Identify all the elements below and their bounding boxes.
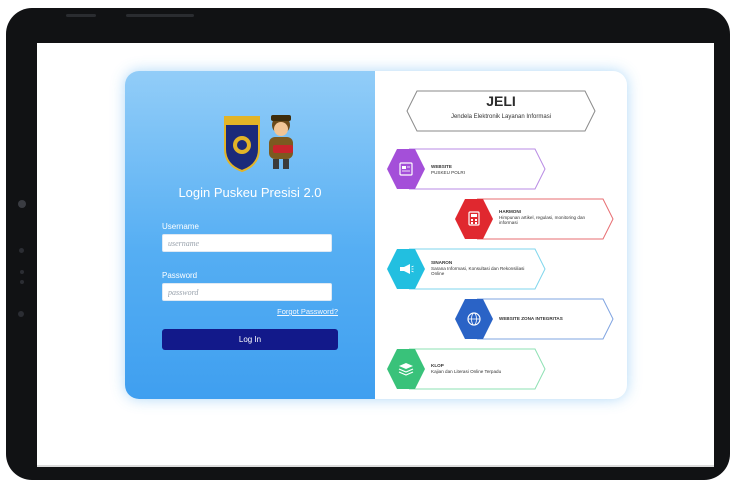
megaphone-icon — [400, 264, 414, 274]
website-icon — [399, 162, 413, 176]
service-sinaron[interactable]: SINARON Sarana Informasi, Konsultasi dan… — [385, 247, 547, 296]
login-panel: Login Puskeu Presisi 2.0 Username Passwo… — [125, 71, 375, 399]
service-desc: Kajian dan Literasi Online Terpadu — [431, 368, 502, 374]
globe-icon — [467, 312, 481, 326]
power-button — [126, 14, 194, 17]
sensor-dot — [20, 280, 24, 284]
password-label: Password — [162, 271, 198, 280]
login-card: Login Puskeu Presisi 2.0 Username Passwo… — [125, 71, 627, 399]
forgot-password-link[interactable]: Forgot Password? — [277, 307, 338, 316]
sensor-dot — [18, 311, 24, 317]
service-zona-integritas[interactable]: WEBSITE ZONA INTEGRITAS — [453, 297, 615, 346]
service-desc: Himpunan artikel, regulasi, monitoring d… — [499, 214, 586, 226]
jeli-title: JELI — [486, 93, 516, 109]
puskeu-logo — [224, 115, 293, 173]
books-icon — [398, 363, 414, 376]
calculator-icon — [468, 211, 480, 226]
service-website[interactable]: WEBSITE PUSKEU POLRI — [385, 147, 547, 196]
tablet-screen: Login Puskeu Presisi 2.0 Username Passwo… — [37, 43, 714, 467]
password-input[interactable] — [162, 283, 332, 301]
camera-icon — [18, 200, 26, 208]
service-name: WEBSITE ZONA INTEGRITAS — [499, 316, 563, 321]
login-title: Login Puskeu Presisi 2.0 — [178, 185, 322, 200]
jeli-subtitle: Jendela Elektronik Layanan Informasi — [450, 114, 552, 120]
service-desc: Sarana Informasi, Konsultasi dan Rekonsi… — [431, 265, 525, 277]
jeli-panel: JELI Jendela Elektronik Layanan Informas… — [375, 71, 627, 399]
screen-bottom-bar — [37, 465, 714, 467]
service-harmoni[interactable]: HARMONI Himpunan artikel, regulasi, moni… — [453, 197, 615, 246]
service-klop[interactable]: KLOP Kajian dan Literasi Online Terpadu — [385, 347, 547, 396]
login-button[interactable]: Log In — [162, 329, 338, 350]
username-input[interactable] — [162, 234, 332, 252]
sensor-dot — [20, 270, 24, 274]
volume-button — [66, 14, 96, 17]
service-desc: PUSKEU POLRI — [431, 169, 465, 175]
sensor-dot — [19, 248, 24, 253]
tablet-frame: Login Puskeu Presisi 2.0 Username Passwo… — [6, 8, 730, 480]
username-label: Username — [162, 222, 199, 231]
